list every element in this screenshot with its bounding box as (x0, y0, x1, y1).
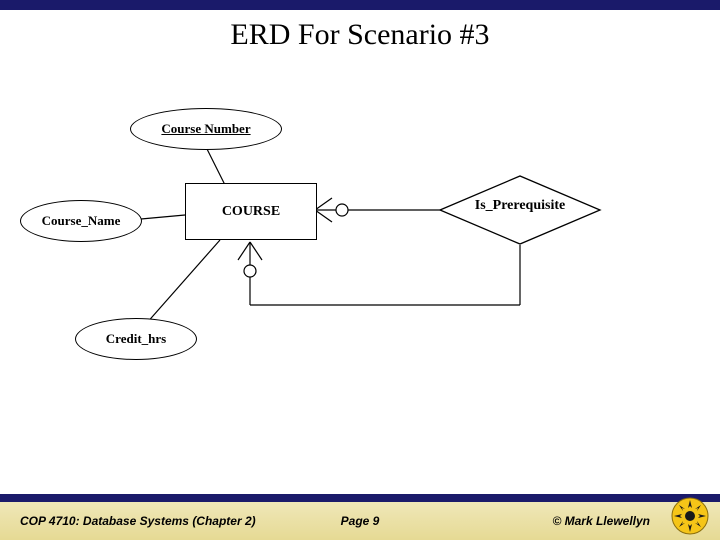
rel-line-bottom (238, 242, 520, 305)
attr-credit-hrs-label: Credit_hrs (106, 331, 166, 347)
footer: COP 4710: Database Systems (Chapter 2) P… (0, 494, 720, 540)
attr-course-name: Course_Name (20, 200, 142, 242)
footer-copyright: © Mark Llewellyn (552, 514, 650, 528)
footer-page-number: Page 9 (341, 514, 380, 528)
footer-course-info: COP 4710: Database Systems (Chapter 2) (20, 514, 256, 528)
connector-credit-hrs (145, 240, 220, 325)
attr-course-number-label: Course Number (161, 121, 250, 137)
erd-connectors (20, 70, 700, 440)
connector-course-number (205, 145, 225, 185)
attr-credit-hrs: Credit_hrs (75, 318, 197, 360)
entity-course: COURSE (185, 183, 317, 240)
footer-body: COP 4710: Database Systems (Chapter 2) P… (0, 502, 720, 540)
relationship-label: Is_Prerequisite (440, 198, 600, 214)
footer-accent-bar (0, 494, 720, 502)
slide: ERD For Scenario #3 (0, 0, 720, 540)
attr-course-number: Course Number (130, 108, 282, 150)
rel-line-top (315, 198, 440, 222)
entity-course-label: COURSE (222, 204, 280, 220)
erd-diagram: Course Number Course_Name Credit_hrs COU… (20, 70, 700, 440)
top-accent-bar (0, 0, 720, 10)
slide-title: ERD For Scenario #3 (0, 18, 720, 52)
ucf-logo-icon (668, 494, 712, 538)
attr-course-name-label: Course_Name (42, 213, 121, 229)
